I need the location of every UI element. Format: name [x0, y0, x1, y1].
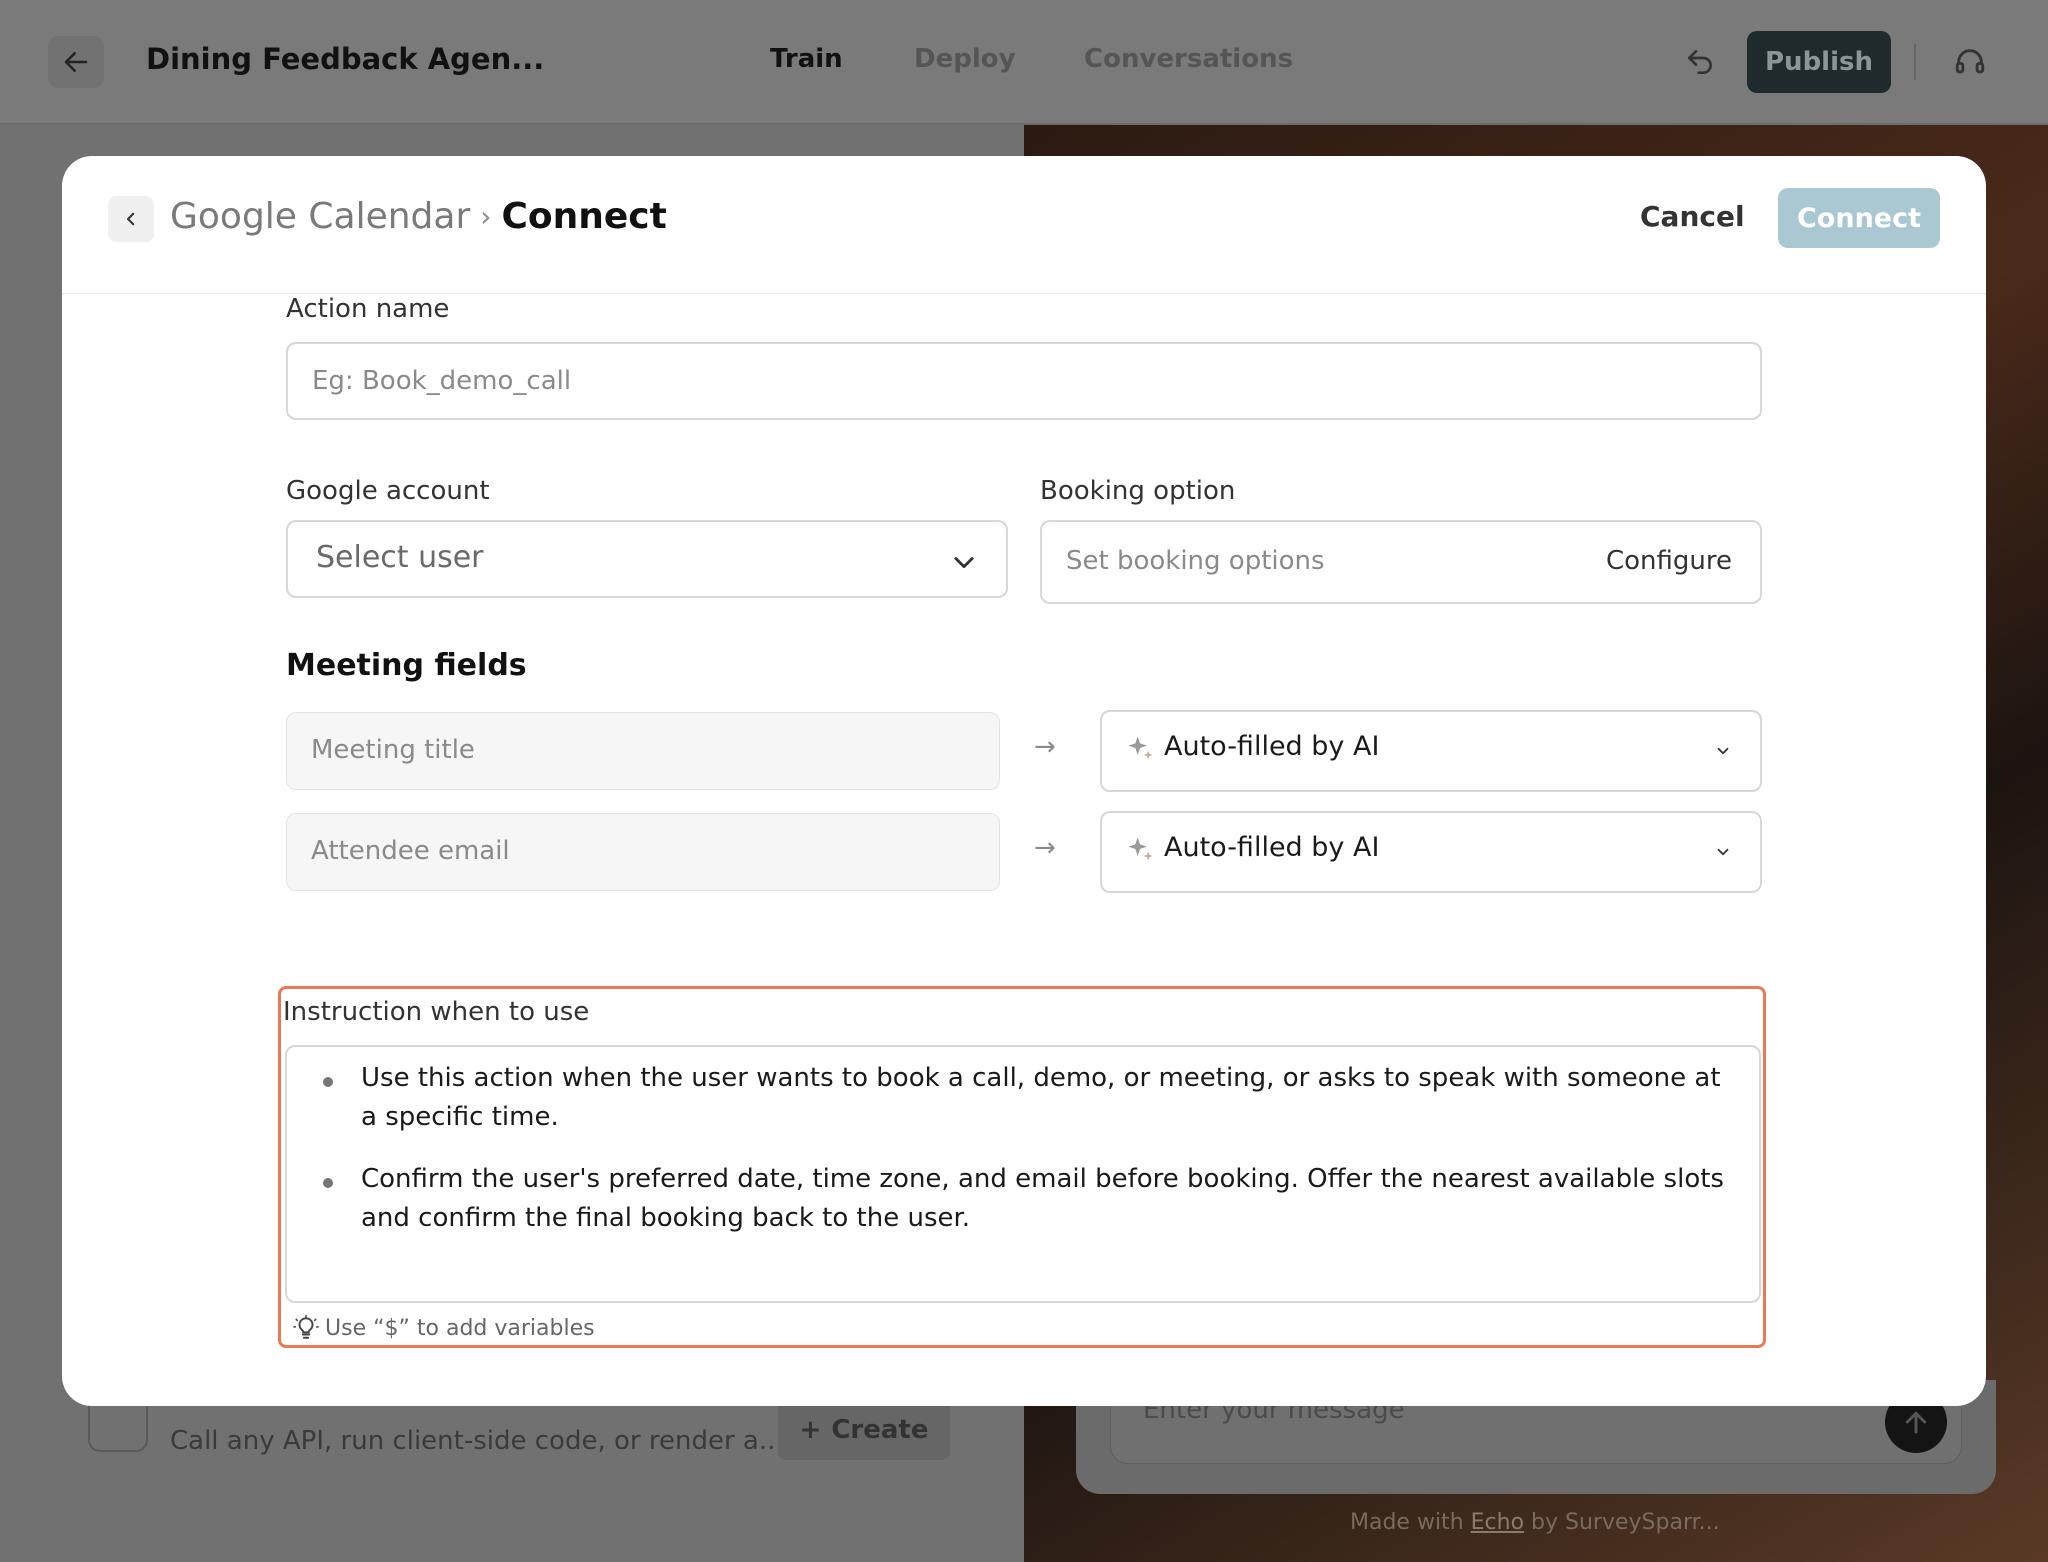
- action-name-placeholder: Eg: Book_demo_call: [312, 366, 572, 396]
- instruction-bullet-2: Confirm the user's preferred date, time …: [361, 1164, 1724, 1233]
- google-account-select[interactable]: Select user: [286, 520, 1008, 598]
- tab-train[interactable]: Train: [770, 44, 843, 74]
- google-account-value: Select user: [316, 540, 484, 575]
- bullet-dot: [323, 1178, 333, 1188]
- meeting-fields-title: Meeting fields: [286, 648, 527, 683]
- made-with-prefix: Made with: [1350, 1510, 1471, 1535]
- attendee-email-mapping-value: Auto-filled by AI: [1164, 832, 1380, 863]
- booking-option-field[interactable]: Set booking options Configure: [1040, 520, 1762, 604]
- breadcrumb-parent[interactable]: Google Calendar: [170, 196, 470, 237]
- instruction-section: Instruction when to use Use this action …: [278, 986, 1766, 1348]
- plus-icon: +: [799, 1415, 822, 1445]
- instruction-label: Instruction when to use: [283, 997, 590, 1027]
- cancel-button[interactable]: Cancel: [1640, 200, 1745, 233]
- sparkle-icon: [1128, 837, 1153, 861]
- create-label: Create: [831, 1415, 929, 1445]
- connect-modal: Google Calendar › Connect Cancel Connect…: [62, 156, 1986, 1406]
- booking-option-label: Booking option: [1040, 476, 1236, 506]
- made-with-suffix: by SurveySparr...: [1524, 1510, 1720, 1535]
- chevron-down-icon: [954, 557, 974, 569]
- agent-title: Dining Feedback Agen...: [146, 42, 545, 76]
- attendee-email-label: Attendee email: [311, 836, 510, 866]
- back-button[interactable]: [48, 36, 104, 88]
- publish-button[interactable]: Publish: [1747, 31, 1891, 93]
- support-button[interactable]: [1950, 42, 1990, 82]
- arrow-up-icon: [1905, 1411, 1927, 1434]
- action-name-input[interactable]: Eg: Book_demo_call: [286, 342, 1762, 420]
- arrow-right-icon: →: [1034, 833, 1056, 863]
- action-name-label: Action name: [286, 294, 450, 324]
- create-action-button[interactable]: + Create: [778, 1400, 950, 1460]
- variables-hint-text: Use “$” to add variables: [325, 1315, 595, 1341]
- tab-conversations[interactable]: Conversations: [1084, 44, 1293, 74]
- undo-icon: [1688, 50, 1712, 74]
- undo-button[interactable]: [1680, 42, 1720, 82]
- lightbulb-icon: [293, 1315, 319, 1339]
- bullet-dot: [323, 1077, 333, 1087]
- meeting-title-mapping-value: Auto-filled by AI: [1164, 731, 1380, 762]
- modal-back-button[interactable]: [108, 196, 154, 242]
- header-divider: [1914, 44, 1916, 80]
- custom-action-description: Call any API, run client-side code, or r…: [170, 1426, 784, 1456]
- breadcrumb-separator: ›: [480, 200, 492, 233]
- made-with-link[interactable]: Echo: [1471, 1510, 1524, 1535]
- breadcrumb: Google Calendar › Connect: [170, 196, 667, 237]
- chevron-down-icon: [1717, 848, 1729, 856]
- modal-header: Google Calendar › Connect Cancel Connect: [62, 156, 1986, 294]
- attendee-email-field: Attendee email: [286, 813, 1000, 891]
- attendee-email-mapping-select[interactable]: Auto-filled by AI: [1100, 811, 1762, 893]
- chevron-left-icon: [127, 212, 135, 226]
- meeting-title-field: Meeting title: [286, 712, 1000, 790]
- made-with-footer: Made with Echo by SurveySparr...: [1350, 1510, 1720, 1535]
- booking-option-placeholder: Set booking options: [1066, 546, 1325, 576]
- app-header: Dining Feedback Agen... Train Deploy Con…: [0, 0, 2048, 124]
- arrow-left-icon: [64, 52, 88, 72]
- breadcrumb-current: Connect: [501, 196, 667, 237]
- headset-icon: [1955, 49, 1985, 74]
- arrow-right-icon: →: [1034, 732, 1056, 762]
- tab-deploy[interactable]: Deploy: [914, 44, 1016, 74]
- google-account-label: Google account: [286, 476, 490, 506]
- sparkle-icon: [1128, 736, 1153, 760]
- connect-button[interactable]: Connect: [1778, 188, 1940, 248]
- configure-button[interactable]: Configure: [1606, 546, 1732, 576]
- variables-hint: Use “$” to add variables: [293, 1315, 595, 1341]
- chevron-down-icon: [1717, 747, 1729, 755]
- meeting-title-mapping-select[interactable]: Auto-filled by AI: [1100, 710, 1762, 792]
- instruction-textarea[interactable]: Use this action when the user wants to b…: [285, 1045, 1761, 1303]
- meeting-title-label: Meeting title: [311, 735, 475, 765]
- instruction-bullet-1: Use this action when the user wants to b…: [361, 1063, 1721, 1132]
